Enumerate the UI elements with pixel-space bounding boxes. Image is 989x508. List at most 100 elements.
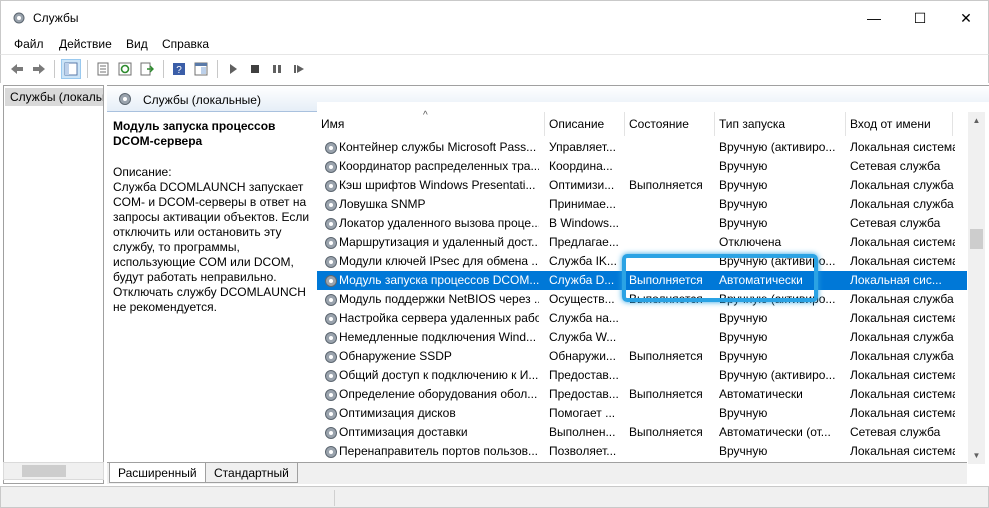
status-cell	[5, 490, 335, 506]
service-name: Оптимизация доставки	[339, 425, 468, 439]
service-gear-icon	[325, 313, 337, 325]
tab-extended[interactable]: Расширенный	[109, 463, 206, 483]
restart-service-icon[interactable]	[289, 59, 309, 79]
column-header-status[interactable]: Состояние	[625, 112, 715, 136]
table-row[interactable]: Перенаправитель портов пользов... Позволя…	[317, 442, 967, 461]
service-name: Настройка сервера удаленных рабо...	[339, 311, 539, 325]
close-button[interactable]: ✕	[943, 1, 989, 35]
tree-item-label: Службы (локальные)	[10, 90, 103, 104]
selected-service-title: Модуль запуска процессов DCOM-сервера	[113, 119, 276, 148]
service-name: Определение оборудования обол...	[339, 387, 538, 401]
service-gear-icon	[325, 199, 337, 211]
scroll-down-icon[interactable]: ▼	[968, 447, 985, 464]
table-row[interactable]: Обнаружение SSDP Обнаружи... Выполняется Вр…	[317, 347, 967, 366]
list-vertical-scrollbar[interactable]: ▲ ▼	[968, 112, 985, 464]
service-startup-type: Вручную	[719, 406, 768, 420]
forward-icon[interactable]	[29, 59, 49, 79]
scrollbar-thumb[interactable]	[970, 229, 983, 249]
stop-service-icon[interactable]	[245, 59, 265, 79]
service-name: Модуль запуска процессов DCOM...	[339, 273, 539, 287]
pause-service-icon[interactable]	[267, 59, 287, 79]
pane-header-title: Службы (локальные)	[143, 93, 261, 107]
service-gear-icon	[325, 180, 337, 192]
service-log-on-as: Локальная система	[850, 140, 955, 154]
column-header-description[interactable]: Описание	[545, 112, 625, 136]
start-service-icon[interactable]	[223, 59, 243, 79]
service-startup-type: Отключена	[719, 235, 782, 249]
show-hide-icon[interactable]	[191, 59, 211, 79]
tree-horizontal-scrollbar[interactable]	[3, 462, 104, 480]
menu-file[interactable]: Файл	[14, 37, 44, 51]
column-header-name[interactable]: ^ Имя	[317, 110, 545, 136]
console-tree-icon[interactable]	[61, 59, 81, 79]
minimize-button[interactable]: —	[851, 1, 897, 35]
table-row[interactable]: Ловушка SNMP Принимае... Вручную Локальная …	[317, 195, 967, 214]
description-label: Описание:	[113, 165, 172, 179]
column-header-log-on-as[interactable]: Вход от имени	[846, 112, 953, 136]
table-row[interactable]: Кэш шрифтов Windows Presentati... Оптимиз…	[317, 176, 967, 195]
service-name: Маршрутизация и удаленный дост...	[339, 235, 539, 249]
view-tabs: Расширенный Стандартный	[107, 462, 967, 484]
service-startup-type: Вручную (активиро...	[719, 254, 836, 268]
table-row[interactable]: Определение оборудования обол... Предоста…	[317, 385, 967, 404]
table-row[interactable]: Общий доступ к подключению к И... Предост…	[317, 366, 967, 385]
properties-icon[interactable]	[93, 59, 113, 79]
column-header-startup-type[interactable]: Тип запуска	[715, 112, 846, 136]
scroll-up-icon[interactable]: ▲	[968, 112, 985, 129]
service-log-on-as: Сетевая служба	[850, 159, 941, 173]
service-startup-type: Вручную	[719, 159, 768, 173]
tab-standard[interactable]: Стандартный	[205, 463, 298, 483]
service-startup-type: Вручную	[719, 178, 768, 192]
table-row[interactable]: Оптимизация дисков Помогает ... Вручную Лок…	[317, 404, 967, 423]
sort-ascending-icon: ^	[423, 110, 428, 121]
service-description: Служба на...	[549, 311, 619, 325]
service-description: Служба IK...	[549, 254, 617, 268]
table-row[interactable]: Локатор удаленного вызова проце... В Wind…	[317, 214, 967, 233]
table-row[interactable]: Оптимизация доставки Выполнен... Выполняет…	[317, 423, 967, 442]
service-startup-type: Вручную	[719, 349, 768, 363]
service-name: Общий доступ к подключению к И...	[339, 368, 539, 382]
service-log-on-as: Локальная система	[850, 406, 955, 420]
export-list-icon[interactable]	[137, 59, 157, 79]
table-row[interactable]: Модуль поддержки NetBIOS через ... Осущес…	[317, 290, 967, 309]
service-log-on-as: Локальная система	[850, 311, 955, 325]
service-gear-icon	[325, 218, 337, 230]
table-row[interactable]: Координатор распределенных тра... Координ…	[317, 157, 967, 176]
menu-bar: Файл Действие Вид Справка	[0, 34, 989, 54]
service-startup-type: Вручную	[719, 216, 768, 230]
service-startup-type: Автоматически	[719, 273, 803, 287]
service-name: Координатор распределенных тра...	[339, 159, 539, 173]
back-icon[interactable]	[7, 59, 27, 79]
maximize-button[interactable]: ☐	[897, 1, 943, 35]
help-icon[interactable]: ?	[169, 59, 189, 79]
tree-item-services-local[interactable]: Службы (локальные)	[5, 88, 103, 106]
service-status: Выполняется	[629, 349, 703, 363]
service-description: Оптимизи...	[549, 178, 615, 192]
service-gear-icon	[325, 142, 337, 154]
table-row-selected[interactable]: Модуль запуска процессов DCOM... Служба D…	[317, 271, 967, 290]
service-log-on-as: Локальная система	[850, 254, 955, 268]
scrollbar-thumb[interactable]	[22, 465, 66, 477]
table-row[interactable]: Маршрутизация и удаленный дост... Предлаг…	[317, 233, 967, 252]
service-description: Выполнен...	[549, 425, 616, 439]
service-status: Выполняется	[629, 292, 703, 306]
service-log-on-as: Локальная система	[850, 444, 955, 458]
table-row[interactable]: Настройка сервера удаленных рабо... Служб…	[317, 309, 967, 328]
refresh-icon[interactable]	[115, 59, 135, 79]
service-gear-icon	[325, 256, 337, 268]
menu-help[interactable]: Справка	[162, 37, 209, 51]
menu-view[interactable]: Вид	[126, 37, 148, 51]
table-row[interactable]: Контейнер службы Microsoft Pass... Управл…	[317, 138, 967, 157]
service-description: Обнаружи...	[549, 349, 616, 363]
service-description: Координа...	[549, 159, 613, 173]
title-bar: Службы — ☐ ✕	[0, 0, 989, 34]
services-gear-icon	[119, 93, 131, 105]
table-row[interactable]: Модули ключей IPsec для обмена ... Служба…	[317, 252, 967, 271]
service-gear-icon	[325, 389, 337, 401]
table-row[interactable]: Немедленные подключения Wind... Служба W.…	[317, 328, 967, 347]
service-log-on-as: Локальная система	[850, 235, 955, 249]
service-name: Обнаружение SSDP	[339, 349, 452, 363]
service-log-on-as: Сетевая служба	[850, 425, 941, 439]
menu-action[interactable]: Действие	[59, 37, 112, 51]
service-name: Оптимизация дисков	[339, 406, 456, 420]
